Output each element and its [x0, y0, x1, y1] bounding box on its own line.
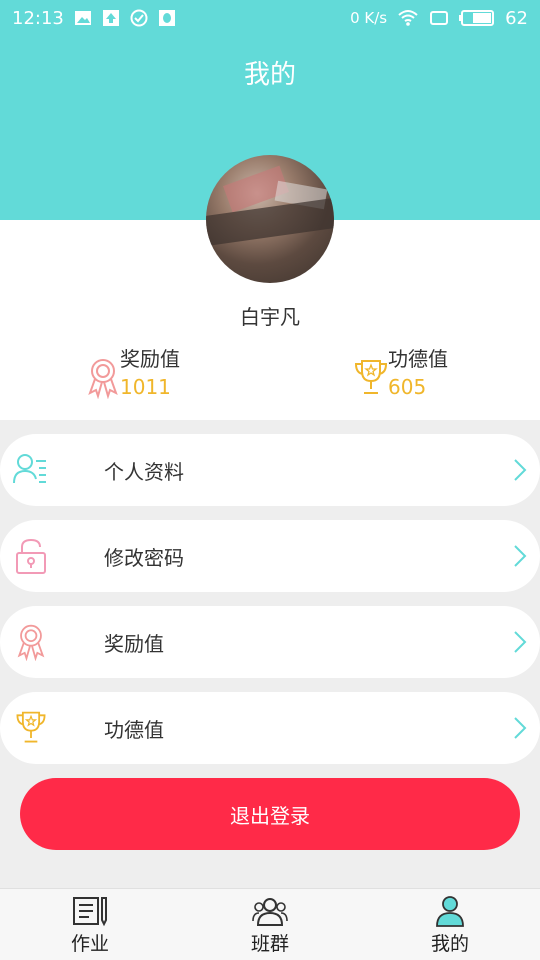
award-label: 奖励值: [120, 347, 180, 371]
chevron-right-icon: [514, 545, 527, 567]
network-speed: 0 K/s: [350, 9, 388, 27]
logout-button[interactable]: 退出登录: [20, 778, 520, 850]
menu-item-change-password[interactable]: 修改密码: [0, 520, 540, 592]
merit-label: 功德值: [388, 347, 448, 371]
menu-label-change-password: 修改密码: [104, 545, 184, 570]
wifi-icon: [398, 10, 418, 26]
group-icon: [252, 898, 288, 926]
person-list-icon: [13, 454, 46, 484]
menu-item-award[interactable]: 奖励值: [0, 606, 540, 678]
image-notification-icon: [74, 11, 91, 25]
status-time: 12:13: [12, 7, 64, 29]
chevron-right-icon: [514, 459, 527, 481]
medal-icon: [17, 624, 45, 661]
trophy-icon: [16, 711, 46, 743]
tab-label-homework: 作业: [70, 933, 109, 955]
status-bar: 12:13 0 K/s 62: [0, 0, 540, 36]
lock-icon: [16, 538, 46, 574]
check-notification-icon: [130, 9, 148, 27]
merit-stat[interactable]: 功德值 605: [354, 345, 448, 401]
menu-item-merit[interactable]: 功德值: [0, 692, 540, 764]
medal-icon: [88, 359, 118, 399]
menu-item-profile[interactable]: 个人资料: [0, 434, 540, 506]
battery-icon: [459, 10, 495, 26]
homework-icon: [73, 897, 107, 927]
bottom-tab-bar: 作业 班群 我的: [0, 888, 540, 960]
trophy-icon: [354, 360, 388, 394]
merit-value: 605: [388, 375, 427, 399]
tab-label-class-group: 班群: [250, 933, 289, 955]
qq-notification-icon: [158, 10, 175, 26]
tab-class-group[interactable]: 班群: [180, 889, 360, 960]
avatar[interactable]: [206, 155, 334, 283]
sim-icon: [430, 11, 449, 25]
upload-notification-icon: [102, 10, 119, 26]
menu-label-award: 奖励值: [104, 631, 164, 656]
tab-label-mine: 我的: [430, 933, 469, 955]
username: 白宇凡: [240, 305, 300, 329]
chevron-right-icon: [514, 717, 527, 739]
tab-homework[interactable]: 作业: [0, 889, 180, 960]
award-stat[interactable]: 奖励值 1011: [86, 345, 180, 401]
tab-mine[interactable]: 我的: [360, 889, 540, 960]
profile-icon: [436, 896, 464, 927]
battery-level: 62: [505, 7, 528, 29]
page-title: 我的: [243, 60, 296, 90]
menu-label-profile: 个人资料: [104, 459, 184, 484]
award-value: 1011: [120, 375, 171, 399]
menu-label-merit: 功德值: [104, 717, 164, 742]
chevron-right-icon: [514, 631, 527, 653]
